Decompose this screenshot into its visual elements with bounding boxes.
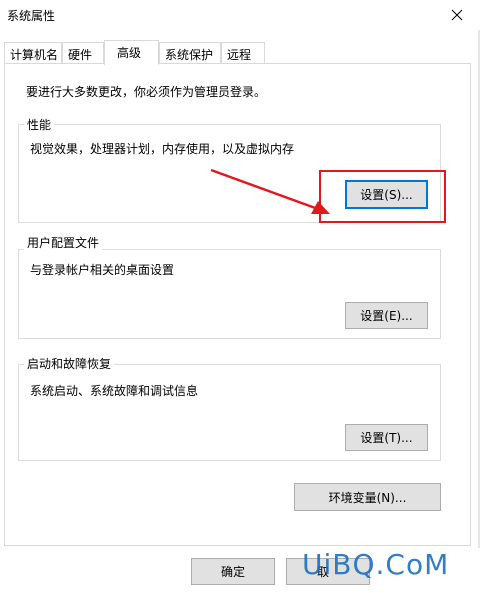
ok-button[interactable]: 确定 bbox=[191, 558, 275, 585]
tab-advanced[interactable]: 高级 bbox=[104, 40, 159, 65]
watermark: UiBQ.CoM bbox=[302, 548, 450, 581]
annotation-arrow bbox=[210, 168, 330, 214]
